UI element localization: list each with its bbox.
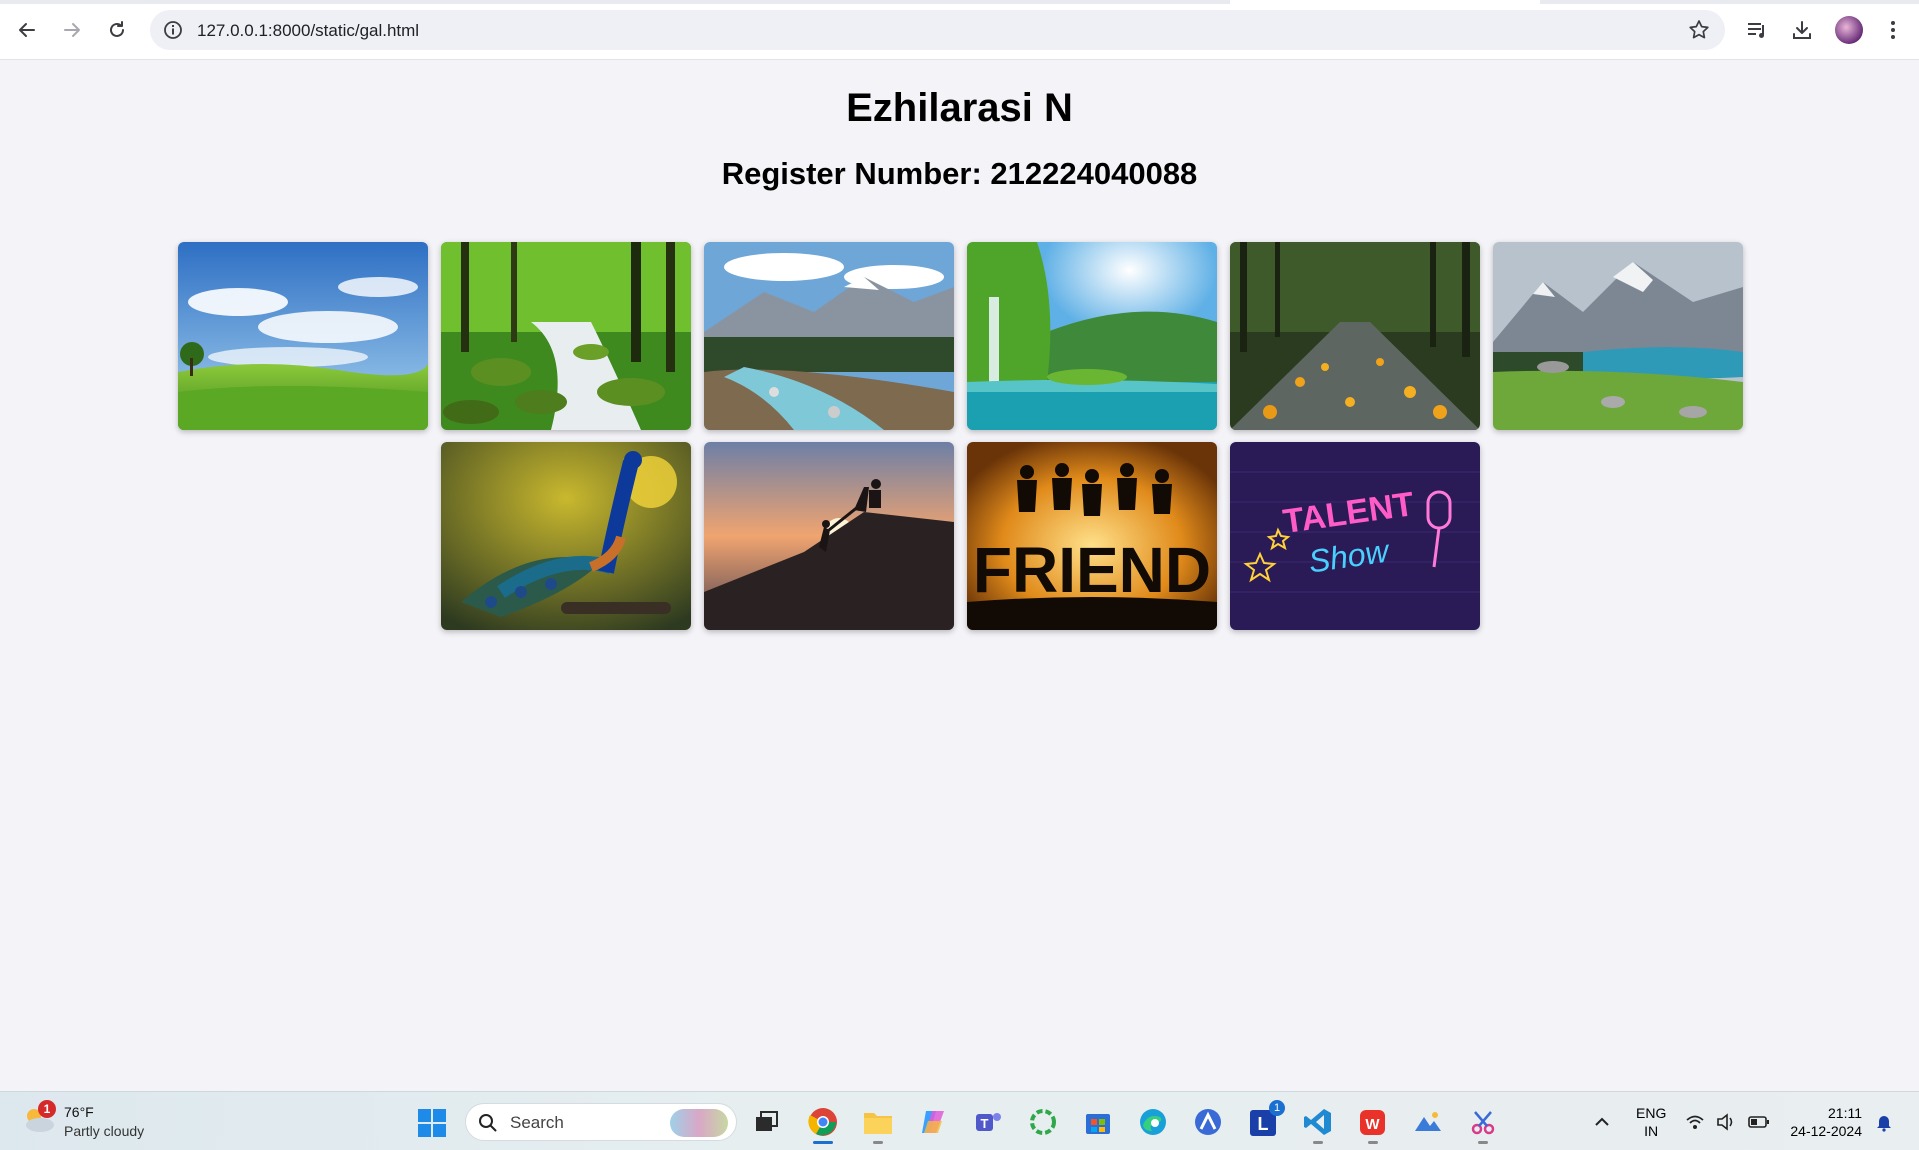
l-app-badge: 1 [1269,1100,1285,1116]
search-label: Search [510,1113,564,1132]
forward-button[interactable] [55,13,89,47]
volume-icon[interactable] [1716,1112,1736,1132]
bookmark-star-icon[interactable] [1687,18,1711,42]
alpine-lake-image[interactable] [1492,242,1743,430]
weather-condition: Partly cloudy [64,1123,145,1139]
forest-stream-image[interactable] [440,242,691,430]
wps-office-icon[interactable]: W [1355,1104,1391,1144]
svg-text:T: T [981,1116,989,1131]
more-menu-icon[interactable] [1879,16,1907,44]
svg-text:L: L [1258,1114,1269,1134]
taskbar: 1 76°F Partly cloudy Search T L 1 W ENG … [0,1091,1919,1150]
teams-icon[interactable]: T [970,1104,1006,1140]
vscode-icon[interactable] [1300,1104,1336,1144]
reload-icon [110,21,124,37]
back-arrow-icon [19,23,35,37]
page-title: Ezhilarasi N [846,86,1073,130]
tab-strip [0,0,1919,4]
weather-temperature: 76°F [64,1104,94,1120]
loading-ring-icon[interactable] [1025,1104,1061,1140]
wifi-icon[interactable] [1685,1112,1705,1132]
rainy-forest-road-image[interactable] [1229,242,1480,430]
media-control-icon[interactable] [1743,16,1771,44]
peacock-image[interactable] [440,442,691,630]
url-text[interactable]: 127.0.0.1:8000/static/gal.html [197,21,419,41]
file-explorer-icon[interactable] [860,1104,896,1144]
language-code: ENG [1636,1105,1667,1121]
profile-avatar[interactable] [1835,16,1863,44]
taskbar-search[interactable]: Search [465,1103,737,1141]
windows-start-icon[interactable] [417,1108,447,1138]
chrome-icon[interactable] [805,1104,841,1144]
gallery-page: Ezhilarasi N Register Number: 2122240400… [0,60,1919,1091]
meadow-sky-image[interactable] [177,242,428,430]
notification-bell-icon[interactable] [1874,1112,1894,1132]
l-app-icon[interactable]: L 1 [1245,1100,1285,1140]
svg-text:W: W [1365,1116,1380,1133]
reload-button[interactable] [100,13,134,47]
site-info-icon[interactable] [162,19,184,41]
talent-show-neon-image[interactable]: TALENT Show [1229,442,1480,630]
snipping-tool-icon[interactable] [1465,1104,1501,1144]
language-indicator[interactable]: ENG IN [1636,1104,1666,1140]
clock-time: 21:11 [1828,1105,1862,1121]
image-gallery: FRIEND TALENT Show [48,242,1872,630]
browser-toolbar: 127.0.0.1:8000/static/gal.html [0,0,1919,60]
back-button[interactable] [10,13,44,47]
photos-icon[interactable] [1410,1104,1446,1140]
friend-silhouette-image[interactable]: FRIEND [966,442,1217,630]
copilot-icon[interactable] [915,1104,951,1140]
chevron-up-icon[interactable] [1592,1112,1612,1132]
language-region: IN [1644,1123,1659,1139]
register-number: Register Number: 212224040088 [721,156,1198,191]
hikers-sunset-image[interactable] [703,442,954,630]
battery-icon[interactable] [1748,1112,1769,1132]
mountain-river-image[interactable] [703,242,954,430]
app-arc-icon[interactable] [1190,1104,1226,1140]
system-clock[interactable]: 21:11 24-12-2024 [1782,1104,1862,1140]
task-view-icon[interactable] [749,1104,785,1140]
weather-alert-badge: 1 [38,1100,56,1118]
download-icon[interactable] [1788,16,1816,44]
address-bar[interactable]: 127.0.0.1:8000/static/gal.html [150,10,1725,50]
waterfall-lake-image[interactable] [966,242,1217,430]
forward-arrow-icon [64,23,80,37]
clock-date: 24-12-2024 [1790,1123,1862,1139]
edge-icon[interactable] [1135,1104,1171,1140]
friend-text: FRIEND [972,534,1210,606]
search-highlight-art [670,1109,728,1137]
search-icon [479,1114,497,1132]
microsoft-store-icon[interactable] [1080,1104,1116,1140]
